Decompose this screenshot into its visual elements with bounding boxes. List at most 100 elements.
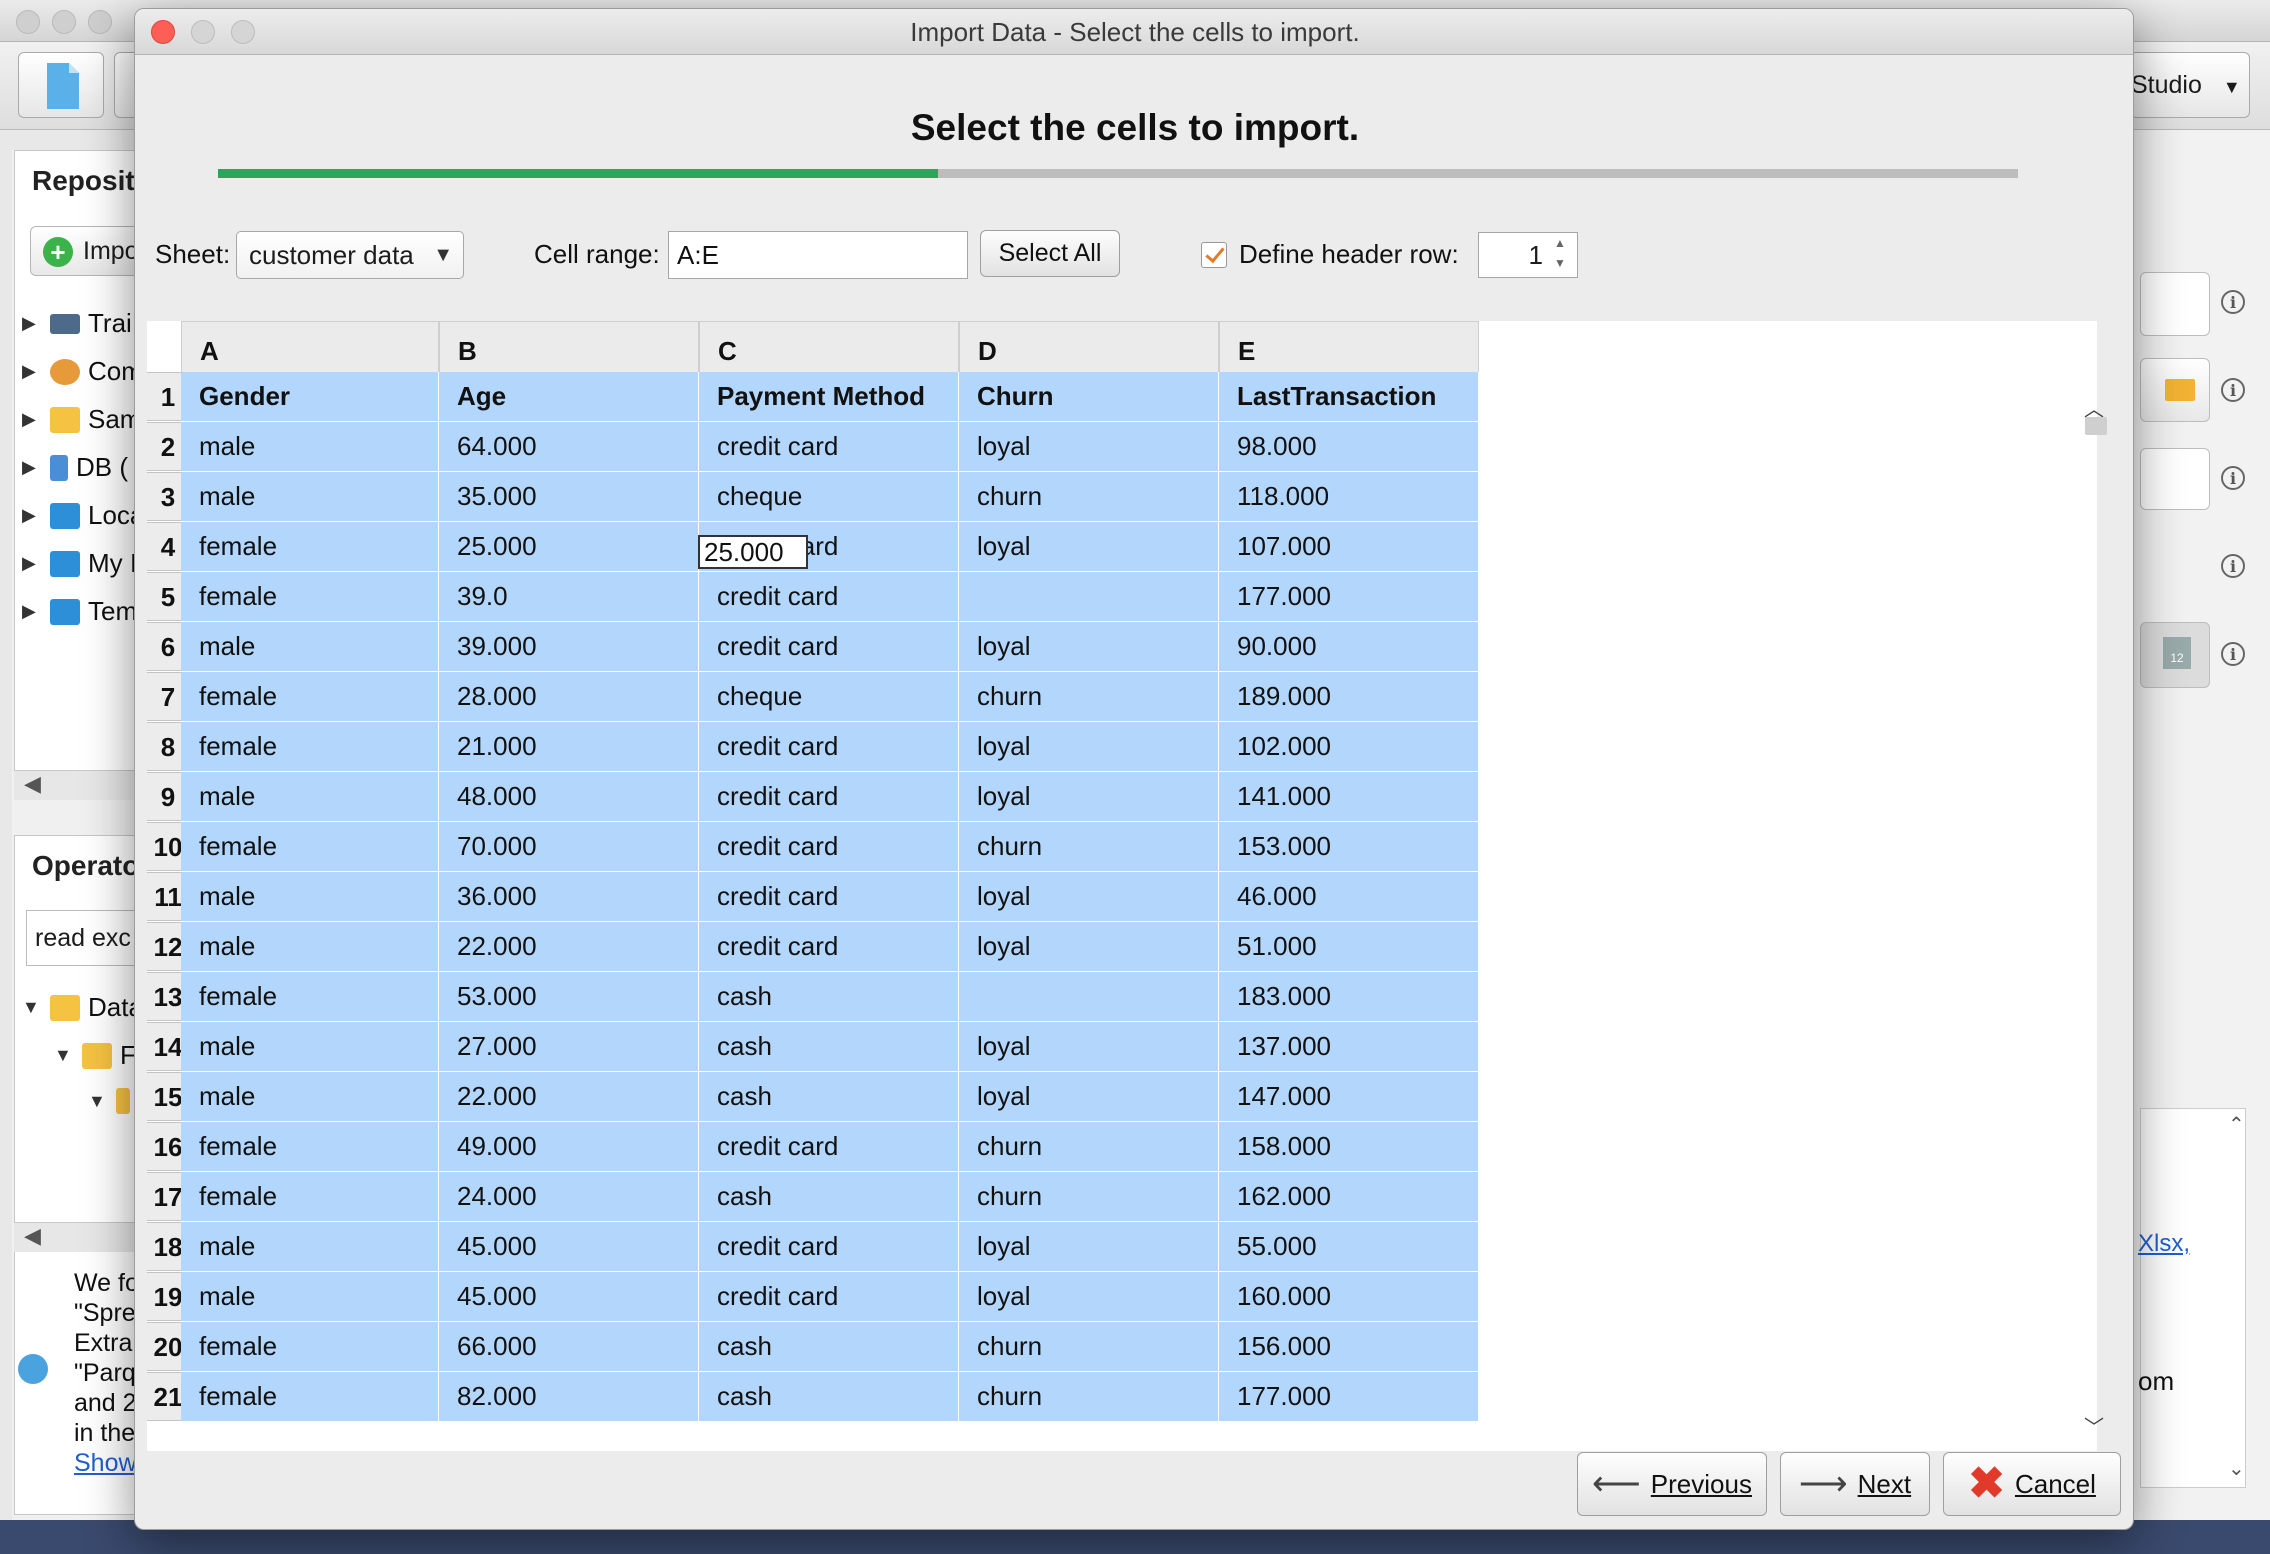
table-cell[interactable]: loyal [959, 1022, 1219, 1072]
table-cell[interactable]: 39.0 [439, 572, 699, 622]
table-cell[interactable]: 51.000 [1219, 922, 1479, 972]
import-data-button[interactable]: + Impo [30, 226, 140, 276]
next-button[interactable]: ⟶ Next [1780, 1452, 1930, 1516]
table-cell[interactable]: 49.000 [439, 1122, 699, 1172]
table-cell[interactable]: 22.000 [439, 1072, 699, 1122]
table-cell[interactable]: credit card [699, 872, 959, 922]
tree-item-training[interactable]: ▶ Trai [22, 308, 132, 339]
table-cell[interactable]: credit card [699, 1222, 959, 1272]
table-cell[interactable]: credit card [699, 622, 959, 672]
table-cell[interactable]: loyal [959, 922, 1219, 972]
info-icon[interactable]: i [2221, 642, 2245, 666]
table-cell[interactable]: churn [959, 1172, 1219, 1222]
table-cell[interactable]: male [181, 772, 439, 822]
tree-item-db[interactable]: ▶ DB ( [22, 452, 128, 483]
table-cell[interactable]: male [181, 922, 439, 972]
table-cell[interactable]: credit card [699, 572, 959, 622]
table-cell[interactable]: 141.000 [1219, 772, 1479, 822]
table-cell[interactable]: 147.000 [1219, 1072, 1479, 1122]
operators-search-input[interactable]: read exc [26, 910, 146, 966]
table-cell[interactable]: male [181, 1072, 439, 1122]
table-cell[interactable]: loyal [959, 622, 1219, 672]
table-cell[interactable]: 35.000 [439, 472, 699, 522]
table-cell[interactable]: cash [699, 972, 959, 1022]
info-icon[interactable]: i [2221, 378, 2245, 402]
tree-item-temp[interactable]: ▶ Tem [22, 596, 137, 627]
table-cell[interactable]: 156.000 [1219, 1322, 1479, 1372]
cancel-button[interactable]: ✖ Cancel [1943, 1452, 2121, 1516]
previous-button[interactable]: ⟵ Previous [1577, 1452, 1767, 1516]
table-cell[interactable]: Gender [181, 372, 439, 422]
table-cell[interactable]: 70.000 [439, 822, 699, 872]
table-cell[interactable]: churn [959, 1372, 1219, 1422]
info-icon[interactable]: i [2221, 466, 2245, 490]
table-cell[interactable]: 48.000 [439, 772, 699, 822]
table-cell[interactable]: loyal [959, 422, 1219, 472]
table-cell[interactable]: female [181, 672, 439, 722]
table-cell[interactable]: churn [959, 822, 1219, 872]
table-cell[interactable]: churn [959, 1122, 1219, 1172]
table-cell[interactable]: 153.000 [1219, 822, 1479, 872]
table-cell[interactable]: credit card [699, 1122, 959, 1172]
table-cell[interactable]: LastTransaction [1219, 372, 1479, 422]
table-cell[interactable]: 39.000 [439, 622, 699, 672]
table-cell[interactable]: 82.000 [439, 1372, 699, 1422]
table-cell[interactable]: cash [699, 1072, 959, 1122]
table-cell[interactable]: 25.000 [439, 522, 699, 572]
table-cell[interactable]: credit card [699, 922, 959, 972]
table-cell[interactable]: credit card [699, 722, 959, 772]
show-link[interactable]: Show [74, 1448, 139, 1478]
table-cell[interactable]: cheque [699, 672, 959, 722]
new-process-button[interactable] [18, 52, 104, 118]
table-cell[interactable]: male [181, 872, 439, 922]
table-cell[interactable]: 177.000 [1219, 1372, 1479, 1422]
table-cell[interactable]: female [181, 822, 439, 872]
table-cell[interactable]: female [181, 1322, 439, 1372]
operator-tree-read[interactable]: ▼ [88, 1088, 130, 1114]
table-cell[interactable]: female [181, 522, 439, 572]
table-cell[interactable]: Age [439, 372, 699, 422]
sheet-select[interactable]: customer data ▼ [236, 231, 464, 279]
horizontal-scrollbar[interactable]: ◀ [14, 1222, 134, 1252]
info-icon[interactable]: i [2221, 554, 2245, 578]
operator-tree-files[interactable]: ▼ F [54, 1040, 136, 1071]
table-cell[interactable]: loyal [959, 722, 1219, 772]
table-cell[interactable]: 24.000 [439, 1172, 699, 1222]
table-cell[interactable]: loyal [959, 522, 1219, 572]
table-cell[interactable]: 90.000 [1219, 622, 1479, 672]
table-cell[interactable]: cash [699, 1322, 959, 1372]
table-cell[interactable]: Churn [959, 372, 1219, 422]
table-cell[interactable] [959, 572, 1219, 622]
table-cell[interactable]: 28.000 [439, 672, 699, 722]
tree-item-local[interactable]: ▶ Loca [22, 500, 144, 531]
horizontal-scrollbar[interactable]: ◀ [14, 770, 134, 800]
table-cell[interactable]: female [181, 1172, 439, 1222]
spinner-down-icon[interactable]: ▼ [1544, 253, 1576, 273]
table-cell[interactable]: 46.000 [1219, 872, 1479, 922]
table-cell[interactable]: 189.000 [1219, 672, 1479, 722]
table-cell[interactable]: female [181, 572, 439, 622]
table-cell[interactable]: 66.000 [439, 1322, 699, 1372]
table-cell[interactable]: 160.000 [1219, 1272, 1479, 1322]
table-cell[interactable]: female [181, 972, 439, 1022]
table-cell[interactable]: 45.000 [439, 1272, 699, 1322]
browse-file-button[interactable] [2140, 358, 2210, 422]
info-icon[interactable]: i [2221, 290, 2245, 314]
scroll-down-icon[interactable]: ﹀ [2079, 1411, 2109, 1440]
cell-range-input[interactable] [668, 231, 968, 279]
table-cell[interactable]: male [181, 422, 439, 472]
spinner-buttons[interactable]: ▲ ▼ [1544, 233, 1576, 277]
table-cell[interactable]: 98.000 [1219, 422, 1479, 472]
table-cell[interactable]: cash [699, 1172, 959, 1222]
table-cell[interactable]: churn [959, 1322, 1219, 1372]
spinner-up-icon[interactable]: ▲ [1544, 233, 1576, 253]
define-header-row-checkbox[interactable] [1201, 242, 1227, 268]
table-cell[interactable]: 55.000 [1219, 1222, 1479, 1272]
table-cell[interactable]: male [181, 472, 439, 522]
perspective-selector[interactable]: Studio ▼ [2130, 52, 2250, 118]
tree-item-community[interactable]: ▶ Com [22, 356, 143, 387]
table-cell[interactable]: male [181, 622, 439, 672]
table-cell[interactable]: credit card [699, 772, 959, 822]
parameter-field[interactable] [2140, 448, 2210, 510]
table-cell[interactable]: female [181, 1372, 439, 1422]
